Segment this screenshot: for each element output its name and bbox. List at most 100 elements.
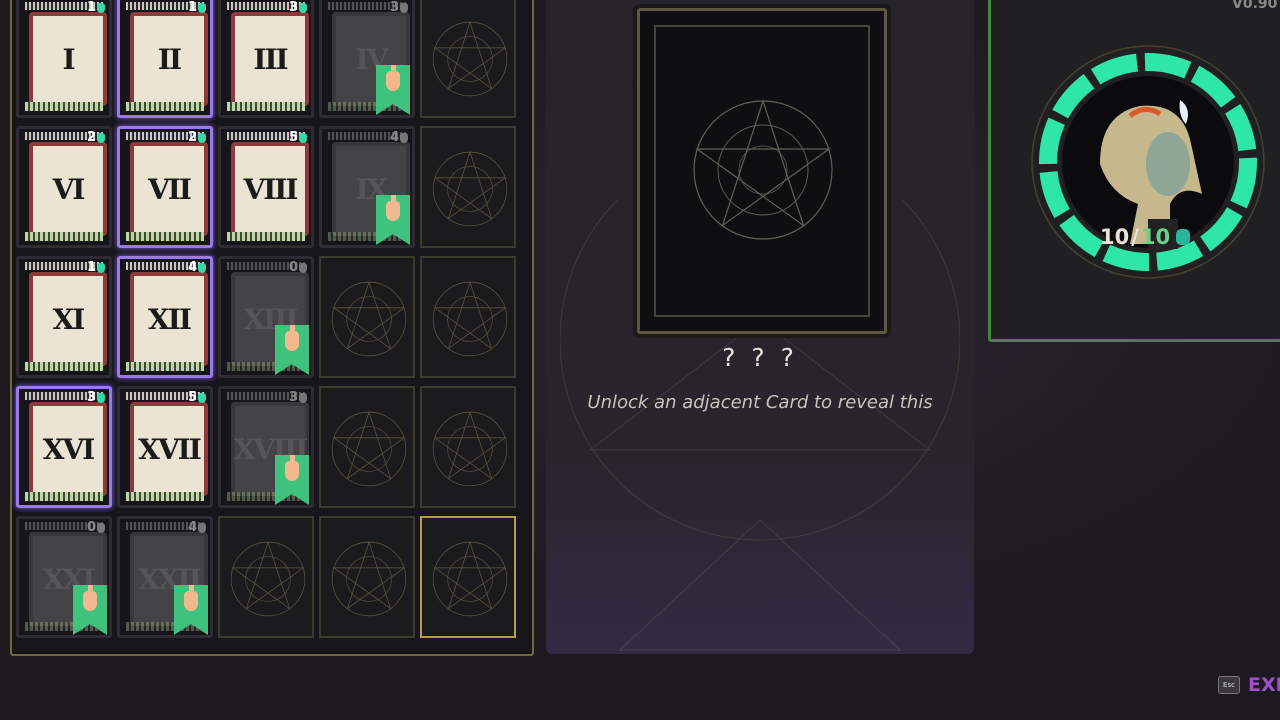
card-cost-value: 4 bbox=[187, 520, 197, 535]
empty-card-slot[interactable] bbox=[420, 0, 516, 118]
grasp-icon bbox=[1176, 229, 1191, 245]
pentagram-icon bbox=[331, 280, 407, 357]
grasp-icon bbox=[97, 2, 105, 13]
grasp-icon bbox=[97, 392, 105, 403]
card-cost-value: 3 bbox=[389, 0, 399, 15]
esc-key-icon: Esc bbox=[1218, 676, 1240, 694]
card-back-preview bbox=[637, 8, 887, 334]
pentagram-icon bbox=[230, 540, 306, 617]
card-cost-value: 5 bbox=[187, 390, 197, 405]
pentagram-icon bbox=[432, 150, 508, 227]
health-current: 10 bbox=[1100, 225, 1130, 249]
card-numeral: XI bbox=[52, 302, 86, 336]
arcana-card[interactable]: XVII 5 bbox=[117, 386, 213, 508]
card-face: XI bbox=[29, 272, 107, 366]
card-numeral: XVI bbox=[42, 432, 96, 466]
arcana-card[interactable]: III 3 bbox=[218, 0, 314, 118]
exit-button[interactable]: Esc EXIT bbox=[1218, 674, 1280, 696]
card-cost: 3 bbox=[390, 0, 408, 15]
card-cost: 5 bbox=[289, 130, 307, 145]
arcana-card[interactable]: II 1 bbox=[117, 0, 213, 118]
card-numeral: VII bbox=[148, 172, 192, 206]
empty-card-slot[interactable] bbox=[420, 516, 516, 638]
card-cost: 3 bbox=[87, 390, 105, 405]
pentagram-icon bbox=[331, 540, 407, 617]
card-cost-value: 2 bbox=[86, 130, 96, 145]
grasp-icon bbox=[198, 522, 206, 533]
card-cost-value: 3 bbox=[86, 390, 96, 405]
card-cost: 1 bbox=[87, 0, 105, 15]
health-readout: 10/10 bbox=[1100, 225, 1191, 249]
health-separator: / bbox=[1131, 225, 1139, 249]
card-cost: 1 bbox=[188, 0, 206, 15]
pentagram-icon bbox=[432, 410, 508, 487]
empty-card-slot[interactable] bbox=[319, 256, 415, 378]
exit-label: EXIT bbox=[1248, 674, 1280, 696]
grasp-icon bbox=[299, 392, 307, 403]
empty-card-slot[interactable] bbox=[319, 386, 415, 508]
card-cost-value: 4 bbox=[187, 260, 197, 275]
card-numeral: XII bbox=[148, 302, 192, 336]
card-cost: 1 bbox=[87, 260, 105, 275]
card-cost-value: 0 bbox=[288, 260, 298, 275]
card-numeral: VI bbox=[52, 172, 86, 206]
card-cost: 3 bbox=[289, 390, 307, 405]
version-label: V0.90 bbox=[1232, 0, 1278, 12]
grasp-icon bbox=[97, 132, 105, 143]
grasp-icon bbox=[400, 132, 408, 143]
card-face: III bbox=[231, 12, 309, 106]
arcana-card[interactable]: I1 bbox=[16, 0, 112, 118]
card-cost-value: 3 bbox=[288, 0, 298, 15]
arcana-card[interactable]: IV 3 bbox=[319, 0, 415, 118]
card-face: VIII bbox=[231, 142, 309, 236]
card-face: XVI bbox=[29, 402, 107, 496]
card-numeral: III bbox=[253, 42, 288, 76]
card-face: II bbox=[130, 12, 208, 106]
card-cost: 4 bbox=[188, 260, 206, 275]
grasp-icon bbox=[299, 132, 307, 143]
card-face: VI bbox=[29, 142, 107, 236]
card-cost: 0 bbox=[289, 260, 307, 275]
arcana-card[interactable]: XVIII 3 bbox=[218, 386, 314, 508]
card-cost: 2 bbox=[188, 130, 206, 145]
card-face: XII bbox=[130, 272, 208, 366]
card-cost-value: 1 bbox=[86, 260, 96, 275]
card-cost-value: 4 bbox=[389, 130, 399, 145]
card-cost: 3 bbox=[289, 0, 307, 15]
card-numeral: XVII bbox=[138, 432, 202, 466]
pentagram-icon bbox=[432, 540, 508, 617]
card-cost: 0 bbox=[87, 520, 105, 535]
card-cost-value: 3 bbox=[288, 390, 298, 405]
arcana-card[interactable]: XI 1 bbox=[16, 256, 112, 378]
arcana-card[interactable]: VII 2 bbox=[117, 126, 213, 248]
card-cost-value: 1 bbox=[187, 0, 197, 15]
card-title: ? ? ? bbox=[722, 343, 798, 372]
empty-card-slot[interactable] bbox=[420, 386, 516, 508]
arcana-card[interactable]: XXII 4 bbox=[117, 516, 213, 638]
arcana-card[interactable]: VI 2 bbox=[16, 126, 112, 248]
arcana-card[interactable]: IX 4 bbox=[319, 126, 415, 248]
card-description: Unlock an adjacent Card to reveal this bbox=[587, 392, 933, 413]
empty-card-slot[interactable] bbox=[420, 126, 516, 248]
card-face: VII bbox=[130, 142, 208, 236]
pentagram-icon bbox=[331, 410, 407, 487]
empty-card-slot[interactable] bbox=[420, 256, 516, 378]
arcana-card[interactable]: XIII 0 bbox=[218, 256, 314, 378]
grasp-icon bbox=[299, 2, 307, 13]
arcana-card[interactable]: XII 4 bbox=[117, 256, 213, 378]
card-numeral: VIII bbox=[243, 172, 298, 206]
empty-card-slot[interactable] bbox=[218, 516, 314, 638]
grasp-icon bbox=[97, 522, 105, 533]
grasp-icon bbox=[400, 2, 408, 13]
card-cost-value: 1 bbox=[86, 0, 96, 15]
card-cost: 2 bbox=[87, 130, 105, 145]
card-cost-value: 0 bbox=[86, 520, 96, 535]
card-face: XVII bbox=[130, 402, 208, 496]
empty-card-slot[interactable] bbox=[319, 516, 415, 638]
grasp-icon bbox=[198, 2, 206, 13]
arcana-card[interactable]: XVI 3 bbox=[16, 386, 112, 508]
grasp-icon bbox=[198, 132, 206, 143]
arcana-card[interactable]: VIII 5 bbox=[218, 126, 314, 248]
card-cost: 4 bbox=[188, 520, 206, 535]
arcana-card[interactable]: XXI 0 bbox=[16, 516, 112, 638]
